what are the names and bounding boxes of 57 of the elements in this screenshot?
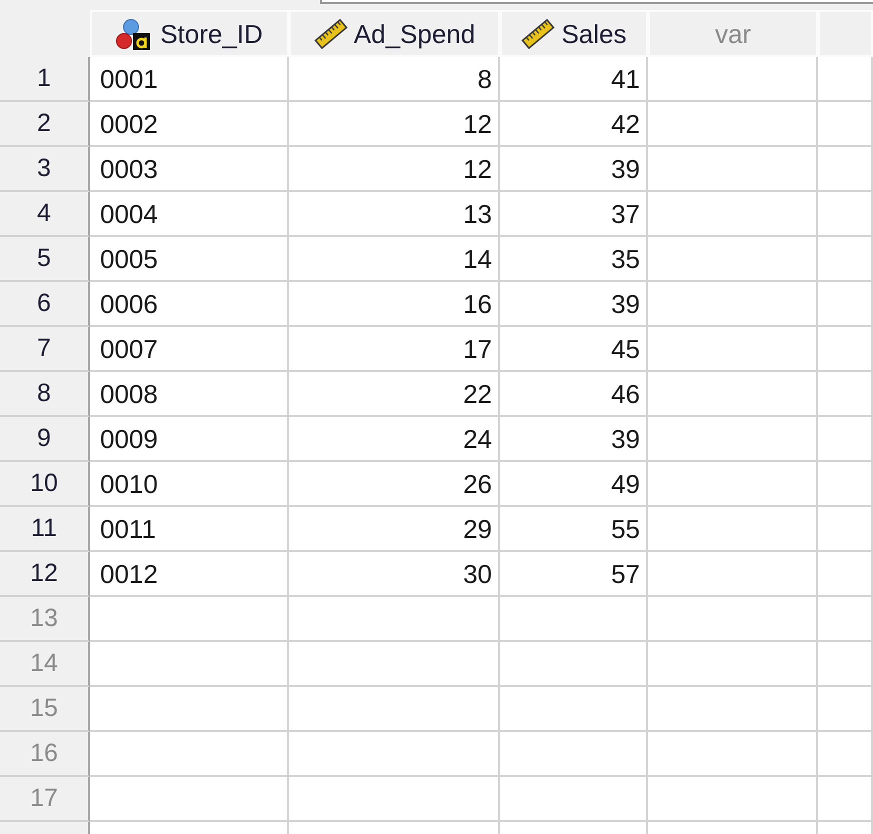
row-header: 14 bbox=[0, 642, 90, 687]
table-cell: 0001 bbox=[90, 57, 289, 102]
table-cell: 39 bbox=[500, 282, 648, 327]
row-header: 12 bbox=[0, 552, 90, 597]
table-cell: 39 bbox=[500, 147, 648, 192]
input-field[interactable] bbox=[320, 0, 873, 4]
row-header: 4 bbox=[0, 192, 90, 237]
row-header: 7 bbox=[0, 327, 90, 372]
column-header[interactable]: Store_ID bbox=[90, 10, 289, 57]
table-cell: 37 bbox=[500, 192, 648, 237]
table-cell: 8 bbox=[289, 57, 500, 102]
table-cell: 29 bbox=[289, 507, 500, 552]
table-cell: 0003 bbox=[90, 147, 289, 192]
table-cell: 55 bbox=[500, 507, 648, 552]
table-cell: 46 bbox=[500, 372, 648, 417]
table-cell: 0012 bbox=[90, 552, 289, 597]
table-cell: 14 bbox=[289, 237, 500, 282]
row-header: 2 bbox=[0, 102, 90, 147]
row-header: 1 bbox=[0, 57, 90, 102]
table-cell: 57 bbox=[500, 552, 648, 597]
table-cell: 17 bbox=[289, 327, 500, 372]
table-cell: 49 bbox=[500, 462, 648, 507]
table-cell: 16 bbox=[289, 282, 500, 327]
table-cell: 22 bbox=[289, 372, 500, 417]
table-cell: 41 bbox=[500, 57, 648, 102]
table-cell: 26 bbox=[289, 462, 500, 507]
table-cell: 13 bbox=[289, 192, 500, 237]
row-header: 17 bbox=[0, 777, 90, 822]
row-header: 9 bbox=[0, 417, 90, 462]
row-header: 6 bbox=[0, 282, 90, 327]
table-cell: 42 bbox=[500, 102, 648, 147]
column-header[interactable]: Ad_Spend bbox=[289, 10, 500, 57]
table-cell: 35 bbox=[500, 237, 648, 282]
table-cell: 0009 bbox=[90, 417, 289, 462]
table-cell: 12 bbox=[289, 147, 500, 192]
row-header: 10 bbox=[0, 462, 90, 507]
table-cell: 0010 bbox=[90, 462, 289, 507]
table-cell: 0002 bbox=[90, 102, 289, 147]
table-cell: 12 bbox=[289, 102, 500, 147]
table-cell: 0007 bbox=[90, 327, 289, 372]
row-header: 15 bbox=[0, 687, 90, 732]
row-header: 13 bbox=[0, 597, 90, 642]
row-header: 11 bbox=[0, 507, 90, 552]
table-cell: 0004 bbox=[90, 192, 289, 237]
table-cell: 0011 bbox=[90, 507, 289, 552]
table-cell: 39 bbox=[500, 417, 648, 462]
row-header: 16 bbox=[0, 732, 90, 777]
table-cell: 30 bbox=[289, 552, 500, 597]
table-cell: 0008 bbox=[90, 372, 289, 417]
table-cell: 45 bbox=[500, 327, 648, 372]
table-cell: 24 bbox=[289, 417, 500, 462]
row-header: 5 bbox=[0, 237, 90, 282]
row-header: 8 bbox=[0, 372, 90, 417]
row-header: 3 bbox=[0, 147, 90, 192]
table-cell: 0005 bbox=[90, 237, 289, 282]
column-header[interactable]: Sales bbox=[500, 10, 648, 57]
table-cell: 0006 bbox=[90, 282, 289, 327]
